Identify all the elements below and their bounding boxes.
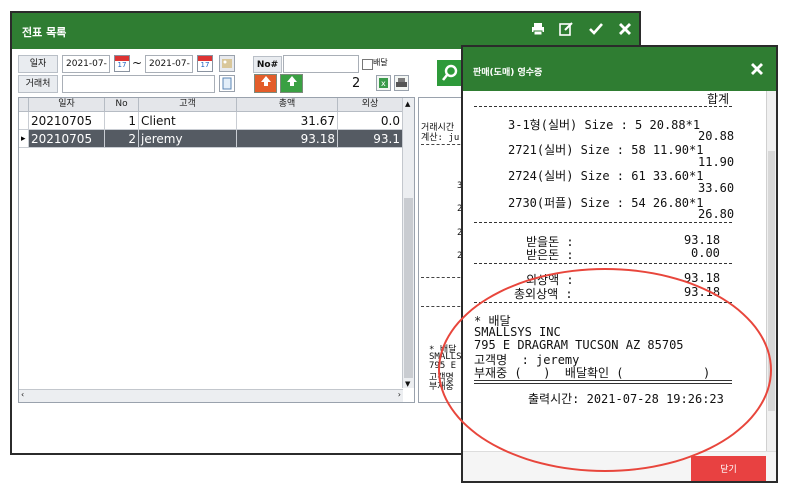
item-line: 2721(실버) Size : 58 11.90*1 — [508, 143, 704, 157]
printer-icon[interactable] — [528, 21, 548, 41]
close-icon[interactable] — [615, 21, 635, 41]
cell-date: 20210705 — [29, 130, 105, 148]
returned-value: 0.00 — [691, 246, 720, 260]
delivery-checkbox[interactable] — [362, 59, 373, 70]
scroll-down-icon[interactable]: ▼ — [405, 380, 410, 388]
column-header-credit[interactable]: 외상 — [338, 98, 403, 112]
returned-label: 받은돈 : — [526, 248, 574, 262]
window-title: 판매(도매) 영수증 — [473, 68, 543, 78]
close-button[interactable]: 닫기 — [691, 456, 766, 481]
cell-customer: jeremy — [139, 130, 237, 148]
close-icon[interactable] — [749, 61, 767, 79]
cell-no: 1 — [105, 112, 139, 130]
prev-arrow-button[interactable] — [254, 74, 277, 93]
delivery-label: 배달 — [373, 58, 388, 67]
cell-no: 2 — [105, 130, 139, 148]
picture-icon[interactable] — [219, 55, 235, 72]
voucher-grid: 일자 No 고객 총액 외상 20210705 1 Client 31.67 0… — [18, 97, 415, 403]
table-row[interactable]: 20210705 1 Client 31.67 0.0 — [19, 112, 403, 130]
title-bar: 판매(도매) 영수증 — [463, 47, 776, 91]
current-row-indicator-icon: ▸ — [19, 130, 29, 148]
row-indicator-header — [19, 98, 29, 112]
vertical-scrollbar[interactable]: ▲ ▼ — [402, 98, 414, 388]
cell-credit: 0.0 — [338, 112, 403, 130]
item-line: 3-1형(실버) Size : 5 20.88*1 — [508, 118, 701, 132]
edit-icon[interactable] — [556, 21, 576, 41]
record-count: 2 — [352, 76, 361, 91]
customer-label: 거래처 — [18, 75, 58, 93]
received-value: 93.18 — [684, 233, 721, 247]
divider — [474, 106, 732, 107]
column-header-date[interactable]: 일자 — [29, 98, 105, 112]
date-range-separator: ~ — [132, 56, 143, 70]
title-bar: 전표 목록 — [12, 13, 639, 49]
scroll-thumb[interactable] — [404, 198, 413, 378]
column-header-no[interactable]: No — [105, 98, 139, 112]
scroll-right-icon[interactable]: › — [398, 390, 401, 399]
item-amount: 33.60 — [698, 181, 735, 195]
date-label: 일자 — [18, 55, 58, 73]
customer-input[interactable] — [62, 75, 215, 93]
divider — [474, 222, 732, 223]
printer-icon[interactable] — [394, 75, 409, 91]
total-heading: 합계 — [707, 92, 730, 106]
item-line: 2724(실버) Size : 61 33.60*1 — [508, 169, 704, 183]
svg-text:x: x — [381, 79, 386, 88]
document-icon[interactable] — [219, 75, 235, 92]
search-button[interactable] — [437, 60, 463, 86]
date-to-field[interactable]: 2021-07-05 — [145, 55, 193, 86]
highlight-annotation — [438, 268, 772, 472]
calendar-icon[interactable]: 17 — [114, 55, 130, 72]
column-header-customer[interactable]: 고객 — [139, 98, 237, 112]
cell-customer: Client — [139, 112, 237, 130]
calendar-icon[interactable]: 17 — [197, 55, 213, 72]
no-input[interactable] — [283, 55, 359, 73]
item-amount: 26.80 — [698, 207, 735, 221]
no-label: No# — [253, 56, 282, 73]
table-row[interactable]: ▸ 20210705 2 jeremy 93.18 93.1 — [19, 130, 403, 148]
scroll-up-icon[interactable]: ▲ — [405, 100, 410, 108]
excel-icon[interactable]: x — [376, 75, 391, 91]
divider — [474, 263, 732, 264]
cell-credit: 93.1 — [338, 130, 403, 148]
next-arrow-button[interactable] — [280, 74, 303, 93]
cell-total: 93.18 — [237, 130, 338, 148]
row-indicator — [19, 112, 29, 130]
item-line: 2730(퍼플) Size : 54 26.80*1 — [508, 196, 704, 210]
vertical-scrollbar[interactable] — [766, 91, 776, 451]
check-icon[interactable] — [586, 21, 606, 41]
date-from-field[interactable]: 2021-07-05 — [62, 55, 110, 86]
window-title: 전표 목록 — [22, 26, 67, 39]
cell-date: 20210705 — [29, 112, 105, 130]
preview-line: 계산: ju — [421, 133, 460, 143]
scroll-left-icon[interactable]: ‹ — [21, 390, 24, 399]
horizontal-scrollbar[interactable]: ‹ › — [19, 389, 403, 402]
search-icon — [441, 64, 458, 81]
column-header-total[interactable]: 총액 — [237, 98, 338, 112]
cell-total: 31.67 — [237, 112, 338, 130]
